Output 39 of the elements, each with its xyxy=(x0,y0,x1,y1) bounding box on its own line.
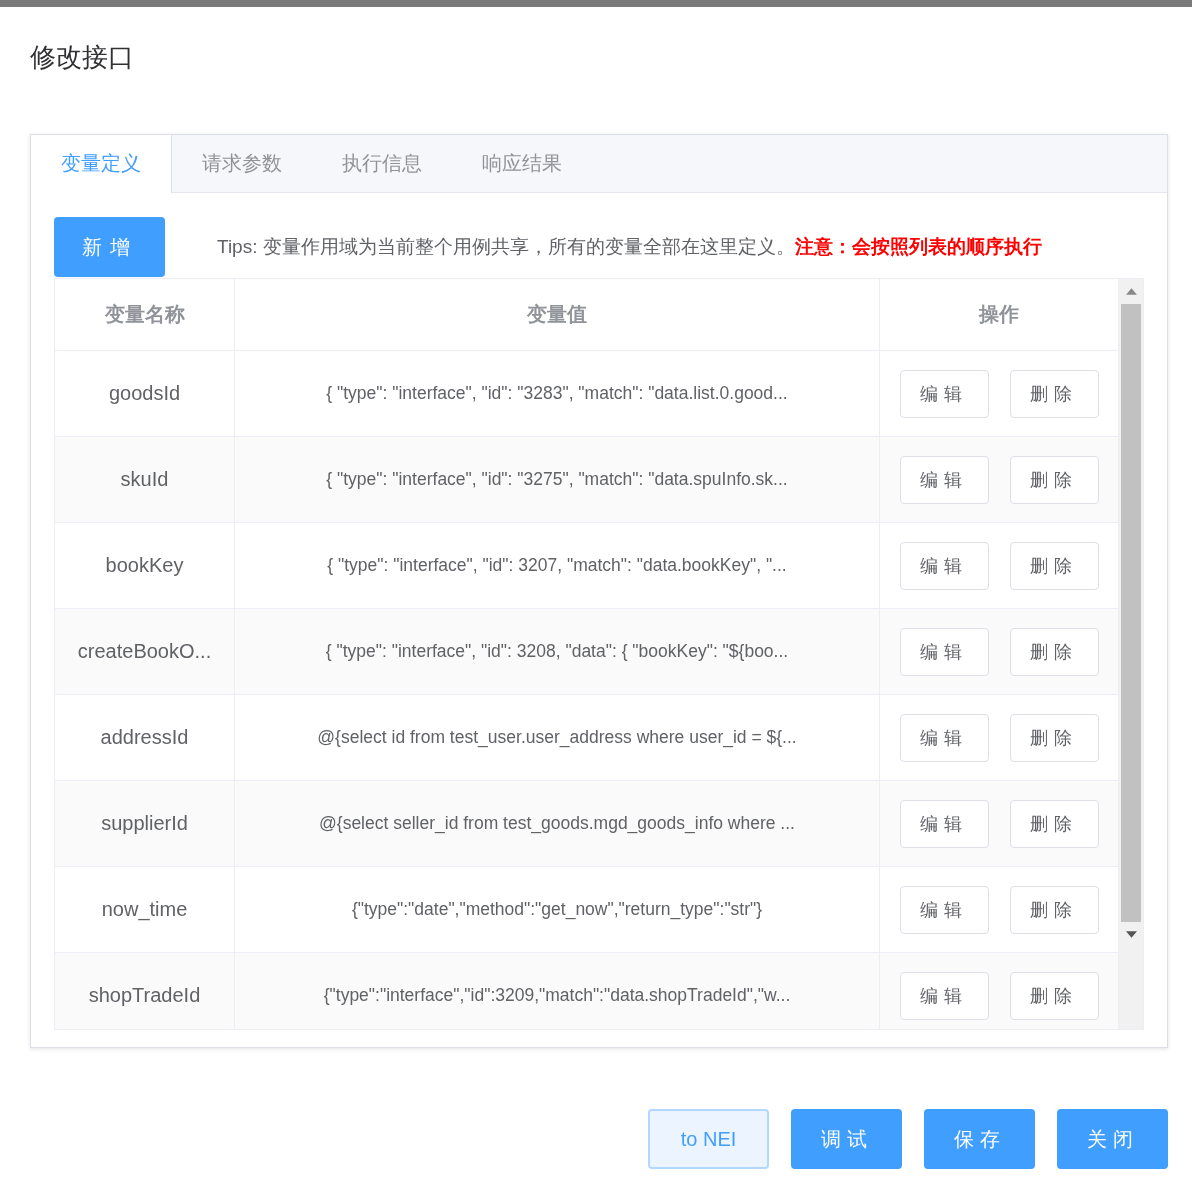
table-cell: addressId xyxy=(55,695,235,780)
table-cell: shopTradeId xyxy=(55,953,235,1029)
table-cell: {"type":"interface","id":3209,"match":"data.shopTradeId","w... xyxy=(235,953,880,1029)
edit-button[interactable]: 编辑 xyxy=(899,885,989,934)
delete-button[interactable]: 删除 xyxy=(1009,885,1099,934)
tips-text: Tips: 变量作用域为当前整个用例共享，所有的变量全部在这里定义。注意：会按照列表的顺序执行 xyxy=(217,235,1042,259)
column-header: 变量名称 xyxy=(55,279,235,350)
table-cell: bookKey xyxy=(55,523,235,608)
table-cell: { "type": "interface", "id": "3275", "match": "data.spuInfo.sk... xyxy=(235,437,880,522)
delete-button[interactable]: 删除 xyxy=(1009,971,1099,1020)
edit-button[interactable]: 编辑 xyxy=(899,455,989,504)
table-cell: { "type": "interface", "id": 3208, "data": { "bookKey": "${boo... xyxy=(235,609,880,694)
edit-button[interactable]: 编辑 xyxy=(899,971,989,1020)
table-cell: @{select seller_id from test_goods.mgd_goods_info where ... xyxy=(235,781,880,866)
scroll-up-icon[interactable] xyxy=(1125,288,1137,295)
delete-button[interactable]: 删除 xyxy=(1009,713,1099,762)
column-header: 变量值 xyxy=(235,279,880,350)
edit-button[interactable]: 编辑 xyxy=(899,713,989,762)
table-cell: now_time xyxy=(55,867,235,952)
delete-button[interactable]: 删除 xyxy=(1009,455,1099,504)
scrollbar[interactable] xyxy=(1119,279,1143,1029)
delete-button[interactable]: 删除 xyxy=(1009,627,1099,676)
edit-button[interactable]: 编辑 xyxy=(899,627,989,676)
edit-button[interactable]: 编辑 xyxy=(899,541,989,590)
table-cell: {"type":"date","method":"get_now","return_type":"str"} xyxy=(235,867,880,952)
table-cell: @{select id from test_user.user_address where user_id = ${... xyxy=(235,695,880,780)
table-cell: { "type": "interface", "id": 3207, "match": "data.bookKey", "... xyxy=(235,523,880,608)
edit-button[interactable]: 编辑 xyxy=(899,799,989,848)
table-cell: supplierId xyxy=(55,781,235,866)
table-cell: skuId xyxy=(55,437,235,522)
delete-button[interactable]: 删除 xyxy=(1009,799,1099,848)
dialog-title: 修改接口 xyxy=(30,41,135,74)
delete-button[interactable]: 删除 xyxy=(1009,541,1099,590)
table-cell: goodsId xyxy=(55,351,235,436)
table-cell: createBookO... xyxy=(55,609,235,694)
table-cell: { "type": "interface", "id": "3283", "match": "data.list.0.good... xyxy=(235,351,880,436)
edit-button[interactable]: 编辑 xyxy=(899,369,989,418)
delete-button[interactable]: 删除 xyxy=(1009,369,1099,418)
scroll-down-icon[interactable] xyxy=(1125,931,1137,938)
